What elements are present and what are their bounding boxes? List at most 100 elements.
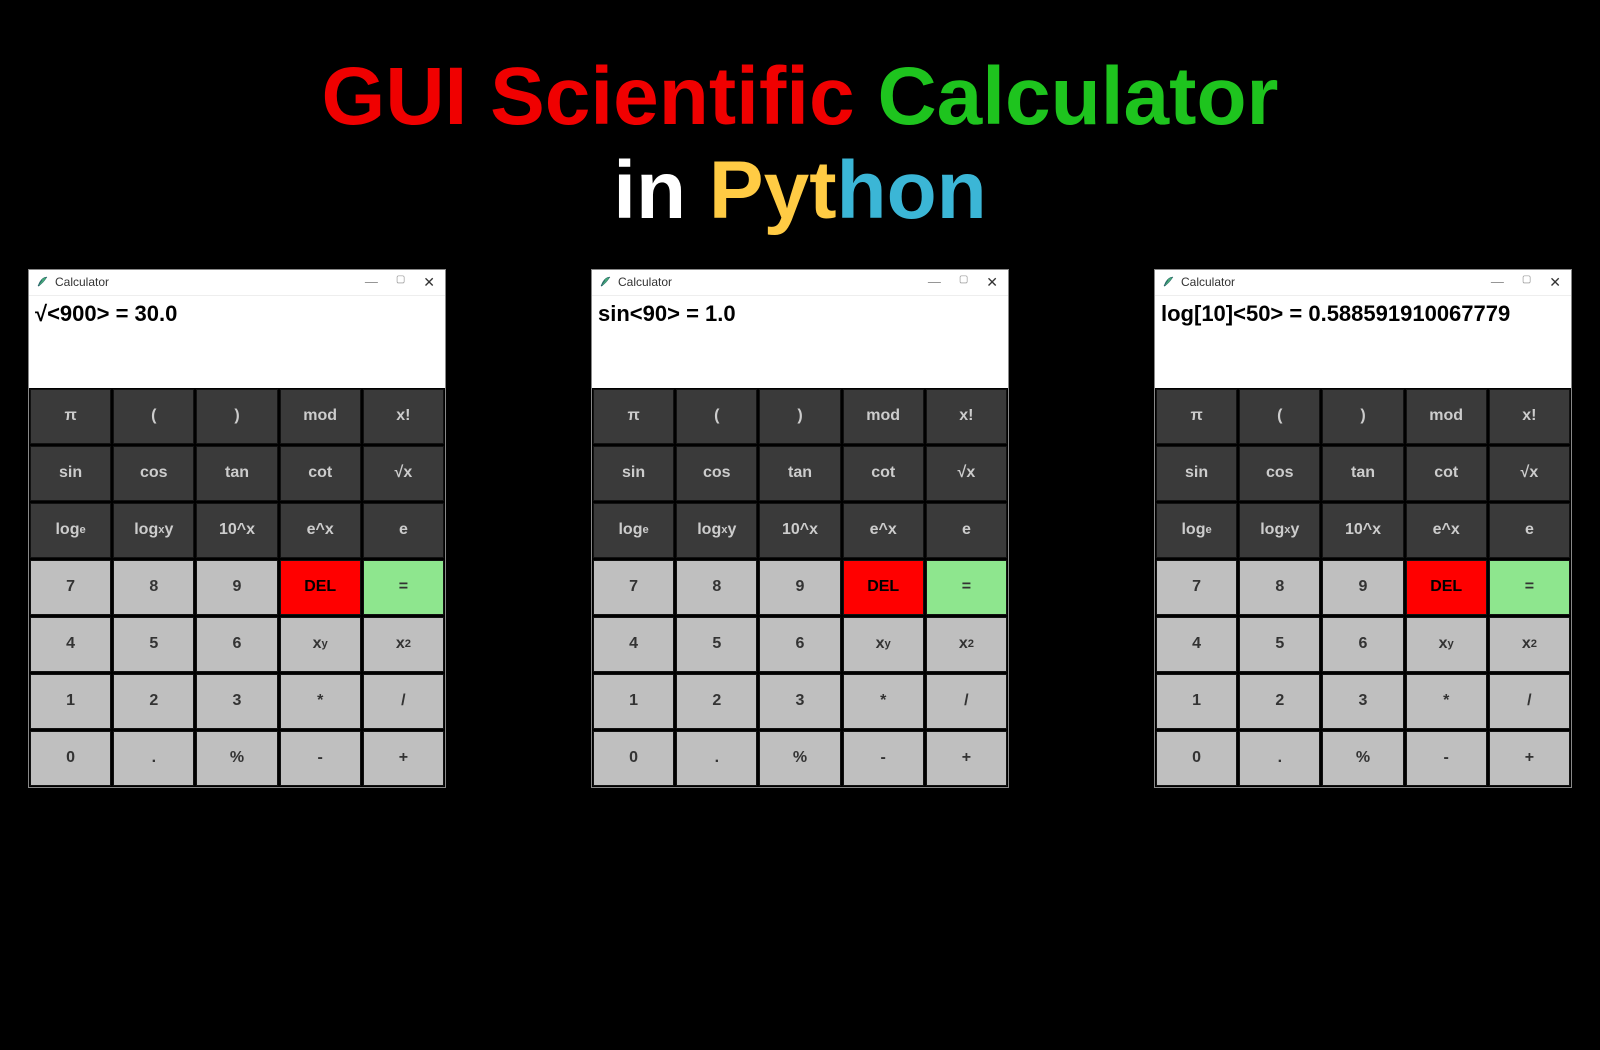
digit-7-button[interactable]: 7 — [593, 560, 674, 615]
digit-8-button[interactable]: 8 — [676, 560, 757, 615]
x-pow-y-button[interactable]: xy — [843, 617, 924, 672]
delete-button[interactable]: DEL — [280, 560, 361, 615]
digit-5-button[interactable]: 5 — [1239, 617, 1320, 672]
tan-button[interactable]: tan — [759, 446, 840, 501]
sin-button[interactable]: sin — [1156, 446, 1237, 501]
cos-button[interactable]: cos — [113, 446, 194, 501]
e-pow-x-button[interactable]: e^x — [280, 503, 361, 558]
digit-2-button[interactable]: 2 — [1239, 674, 1320, 729]
open-paren-button[interactable]: ( — [1239, 389, 1320, 444]
subtract-button[interactable]: - — [843, 731, 924, 786]
pi-button[interactable]: π — [593, 389, 674, 444]
sqrt-button[interactable]: √x — [1489, 446, 1570, 501]
divide-button[interactable]: / — [1489, 674, 1570, 729]
decimal-button[interactable]: . — [1239, 731, 1320, 786]
close-button[interactable]: ✕ — [423, 274, 435, 291]
cos-button[interactable]: cos — [676, 446, 757, 501]
digit-9-button[interactable]: 9 — [759, 560, 840, 615]
logxy-button[interactable]: logxy — [113, 503, 194, 558]
cot-button[interactable]: cot — [280, 446, 361, 501]
digit-7-button[interactable]: 7 — [30, 560, 111, 615]
minimize-button[interactable]: — — [928, 274, 941, 291]
factorial-button[interactable]: x! — [926, 389, 1007, 444]
x-squared-button[interactable]: x2 — [1489, 617, 1570, 672]
divide-button[interactable]: / — [363, 674, 444, 729]
digit-9-button[interactable]: 9 — [196, 560, 277, 615]
open-paren-button[interactable]: ( — [676, 389, 757, 444]
digit-2-button[interactable]: 2 — [113, 674, 194, 729]
pi-button[interactable]: π — [30, 389, 111, 444]
mod-button[interactable]: mod — [280, 389, 361, 444]
tan-button[interactable]: tan — [196, 446, 277, 501]
equals-button[interactable]: = — [363, 560, 444, 615]
digit-5-button[interactable]: 5 — [113, 617, 194, 672]
digit-0-button[interactable]: 0 — [30, 731, 111, 786]
cos-button[interactable]: cos — [1239, 446, 1320, 501]
calculator-display[interactable]: √<900> = 30.0 — [29, 296, 445, 388]
multiply-button[interactable]: * — [1406, 674, 1487, 729]
divide-button[interactable]: / — [926, 674, 1007, 729]
e-button[interactable]: e — [363, 503, 444, 558]
digit-3-button[interactable]: 3 — [1322, 674, 1403, 729]
percent-button[interactable]: % — [1322, 731, 1403, 786]
equals-button[interactable]: = — [926, 560, 1007, 615]
digit-8-button[interactable]: 8 — [1239, 560, 1320, 615]
close-paren-button[interactable]: ) — [196, 389, 277, 444]
digit-7-button[interactable]: 7 — [1156, 560, 1237, 615]
subtract-button[interactable]: - — [280, 731, 361, 786]
mod-button[interactable]: mod — [843, 389, 924, 444]
mod-button[interactable]: mod — [1406, 389, 1487, 444]
digit-3-button[interactable]: 3 — [196, 674, 277, 729]
digit-2-button[interactable]: 2 — [676, 674, 757, 729]
ln-button[interactable]: loge — [30, 503, 111, 558]
sin-button[interactable]: sin — [593, 446, 674, 501]
maximize-button[interactable]: ▢ — [1522, 274, 1531, 291]
cot-button[interactable]: cot — [1406, 446, 1487, 501]
calculator-display[interactable]: log[10]<50> = 0.588591910067779 — [1155, 296, 1571, 388]
tan-button[interactable]: tan — [1322, 446, 1403, 501]
minimize-button[interactable]: — — [365, 274, 378, 291]
e-button[interactable]: e — [1489, 503, 1570, 558]
digit-6-button[interactable]: 6 — [759, 617, 840, 672]
close-paren-button[interactable]: ) — [1322, 389, 1403, 444]
close-button[interactable]: ✕ — [1549, 274, 1561, 291]
sin-button[interactable]: sin — [30, 446, 111, 501]
digit-4-button[interactable]: 4 — [1156, 617, 1237, 672]
pi-button[interactable]: π — [1156, 389, 1237, 444]
percent-button[interactable]: % — [196, 731, 277, 786]
ln-button[interactable]: loge — [1156, 503, 1237, 558]
add-button[interactable]: + — [926, 731, 1007, 786]
factorial-button[interactable]: x! — [363, 389, 444, 444]
decimal-button[interactable]: . — [113, 731, 194, 786]
digit-0-button[interactable]: 0 — [1156, 731, 1237, 786]
close-paren-button[interactable]: ) — [759, 389, 840, 444]
close-button[interactable]: ✕ — [986, 274, 998, 291]
digit-6-button[interactable]: 6 — [1322, 617, 1403, 672]
ten-pow-x-button[interactable]: 10^x — [759, 503, 840, 558]
subtract-button[interactable]: - — [1406, 731, 1487, 786]
x-pow-y-button[interactable]: xy — [280, 617, 361, 672]
minimize-button[interactable]: — — [1491, 274, 1504, 291]
digit-6-button[interactable]: 6 — [196, 617, 277, 672]
digit-5-button[interactable]: 5 — [676, 617, 757, 672]
x-squared-button[interactable]: x2 — [926, 617, 1007, 672]
factorial-button[interactable]: x! — [1489, 389, 1570, 444]
maximize-button[interactable]: ▢ — [959, 274, 968, 291]
digit-1-button[interactable]: 1 — [30, 674, 111, 729]
e-pow-x-button[interactable]: e^x — [1406, 503, 1487, 558]
decimal-button[interactable]: . — [676, 731, 757, 786]
cot-button[interactable]: cot — [843, 446, 924, 501]
digit-4-button[interactable]: 4 — [593, 617, 674, 672]
ten-pow-x-button[interactable]: 10^x — [196, 503, 277, 558]
multiply-button[interactable]: * — [280, 674, 361, 729]
ten-pow-x-button[interactable]: 10^x — [1322, 503, 1403, 558]
calculator-display[interactable]: sin<90> = 1.0 — [592, 296, 1008, 388]
open-paren-button[interactable]: ( — [113, 389, 194, 444]
delete-button[interactable]: DEL — [843, 560, 924, 615]
ln-button[interactable]: loge — [593, 503, 674, 558]
logxy-button[interactable]: logxy — [676, 503, 757, 558]
equals-button[interactable]: = — [1489, 560, 1570, 615]
delete-button[interactable]: DEL — [1406, 560, 1487, 615]
digit-9-button[interactable]: 9 — [1322, 560, 1403, 615]
digit-3-button[interactable]: 3 — [759, 674, 840, 729]
